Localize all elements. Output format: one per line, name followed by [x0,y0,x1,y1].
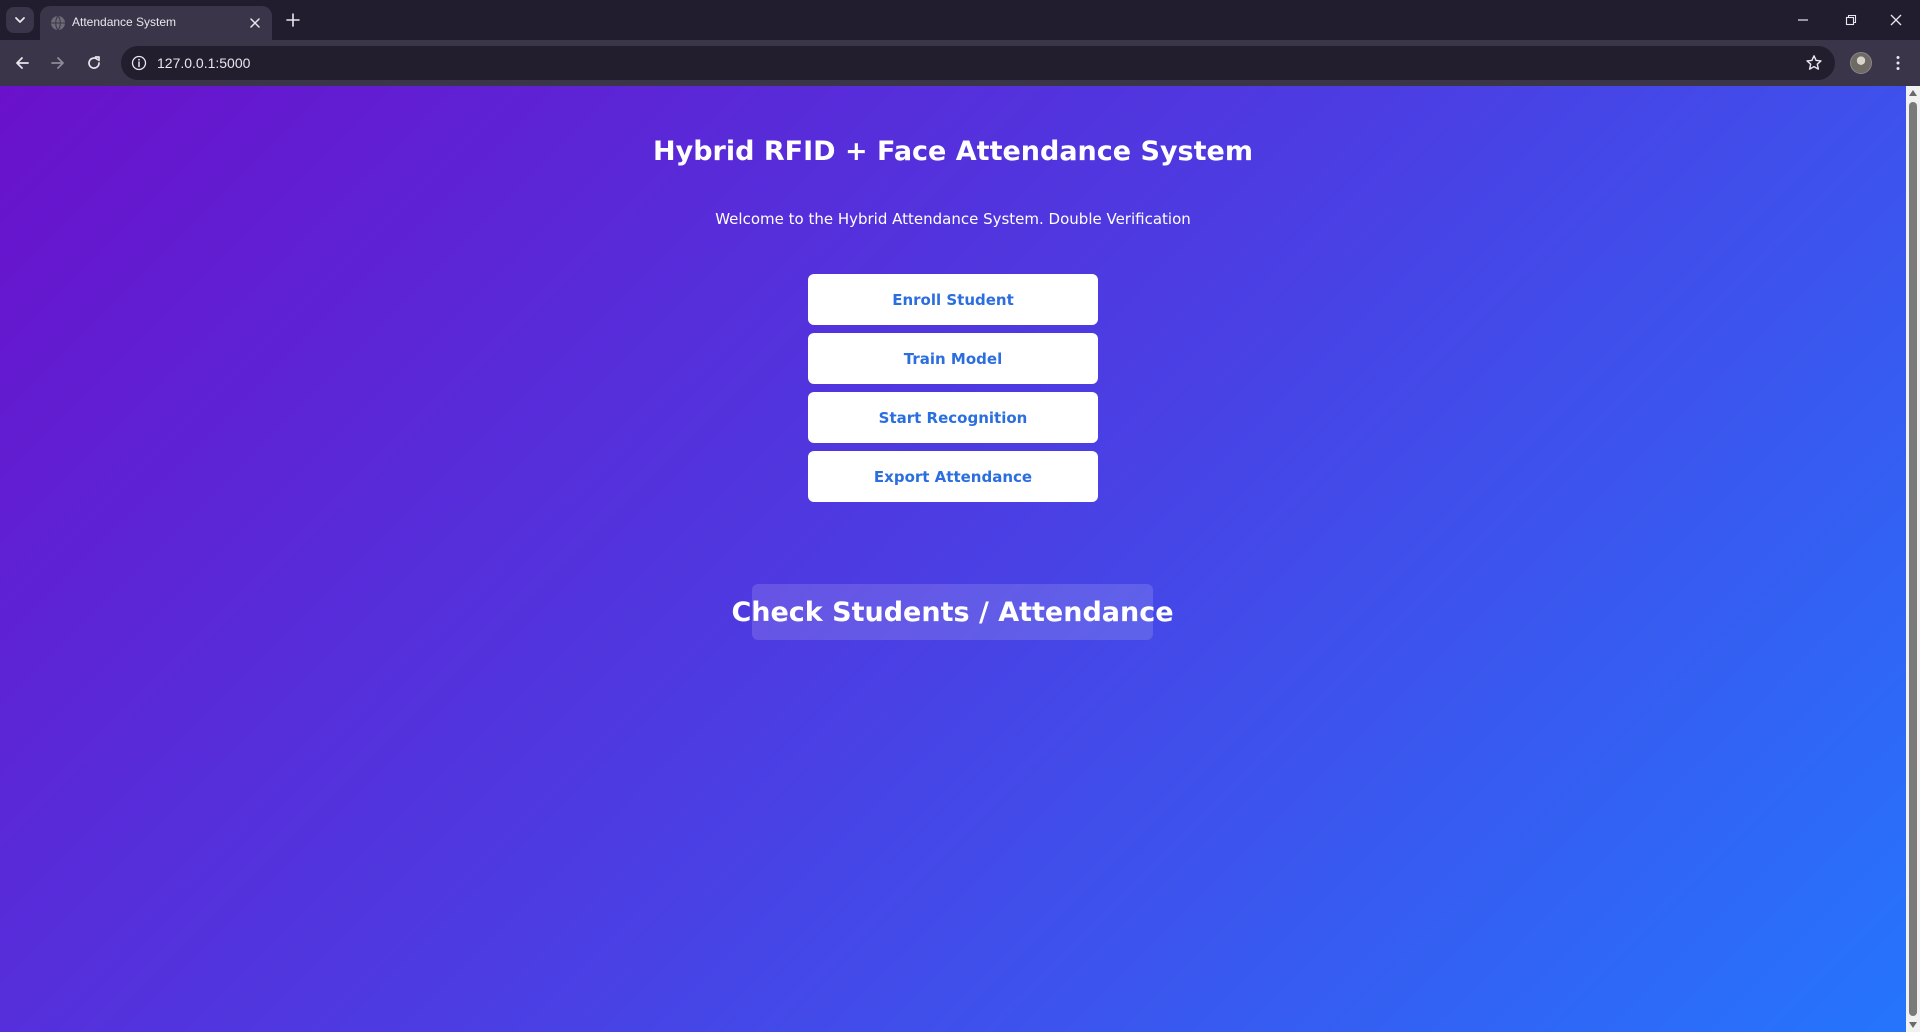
page-title: Hybrid RFID + Face Attendance System [653,136,1253,167]
browser-menu-button[interactable] [1886,51,1910,75]
url-text[interactable]: 127.0.0.1:5000 [157,55,250,71]
tab-strip: Attendance System [0,0,1920,40]
scroll-down-arrow-icon[interactable] [1909,1021,1917,1029]
close-icon [250,18,260,28]
scrollbar-thumb[interactable] [1909,102,1917,1016]
new-tab-button[interactable] [282,9,304,31]
back-button[interactable] [8,49,36,77]
export-attendance-button[interactable]: Export Attendance [808,451,1098,502]
browser-tab[interactable]: Attendance System [40,6,272,40]
page-viewport: Hybrid RFID + Face Attendance System Wel… [0,86,1906,1032]
minimize-icon [1798,19,1808,21]
close-window-button[interactable] [1879,6,1913,34]
address-bar[interactable]: 127.0.0.1:5000 [121,46,1835,80]
page-scrollbar[interactable] [1906,86,1920,1032]
info-icon[interactable] [131,55,147,71]
plus-icon [286,13,300,27]
chevron-down-icon [15,17,25,23]
action-button-group: Enroll Student Train Model Start Recogni… [808,274,1098,510]
scroll-up-arrow-icon[interactable] [1909,89,1917,97]
arrow-right-icon [51,57,64,69]
browser-toolbar: 127.0.0.1:5000 [0,40,1920,86]
forward-button[interactable] [44,49,72,77]
reload-icon [88,56,100,69]
check-students-attendance-link[interactable]: Check Students / Attendance [731,584,1174,640]
profile-avatar[interactable] [1850,52,1872,74]
train-model-button[interactable]: Train Model [808,333,1098,384]
globe-icon [51,15,65,31]
restore-button[interactable] [1834,6,1868,34]
tab-title: Attendance System [72,15,177,29]
start-recognition-button[interactable]: Start Recognition [808,392,1098,443]
close-icon [1890,14,1902,26]
more-vertical-icon [1896,56,1900,70]
page-subtitle: Welcome to the Hybrid Attendance System.… [715,210,1191,228]
minimize-button[interactable] [1786,6,1820,34]
tab-close-button[interactable] [246,14,264,32]
star-icon[interactable] [1805,54,1823,72]
arrow-left-icon [16,57,29,69]
reload-button[interactable] [80,49,108,77]
tab-search-button[interactable] [6,7,34,33]
restore-icon [1845,14,1857,26]
enroll-student-button[interactable]: Enroll Student [808,274,1098,325]
